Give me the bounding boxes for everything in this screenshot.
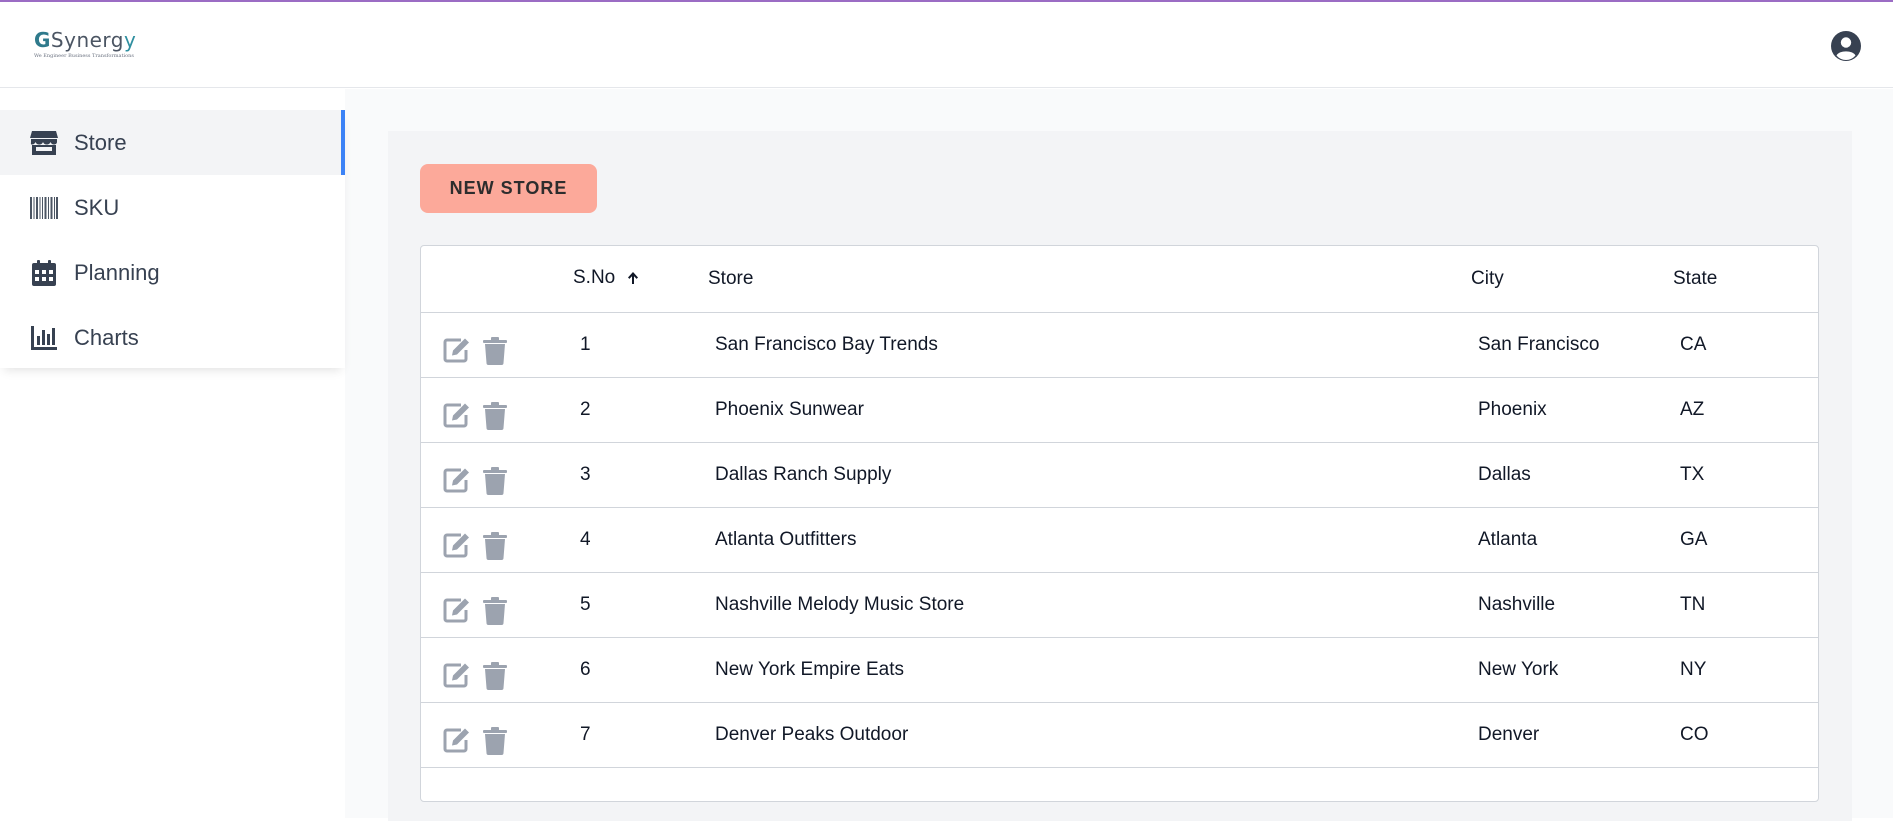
new-store-button[interactable]: NEW STORE [420, 164, 597, 213]
store-icon [30, 129, 58, 157]
table-header-row: S.No Store City State [421, 246, 1818, 312]
cell-state: TN [1680, 593, 1706, 615]
sidebar-item-store[interactable]: Store [0, 110, 345, 175]
cell-store: Phoenix Sunwear [715, 398, 864, 420]
table-row[interactable]: 4 Atlanta Outfitters Atlanta GA [421, 507, 1818, 572]
sidebar-item-label: Store [74, 129, 127, 155]
cell-state: GA [1680, 528, 1708, 550]
cell-store: Dallas Ranch Supply [715, 463, 892, 485]
cell-city: Denver [1478, 723, 1540, 745]
cell-store: San Francisco Bay Trends [715, 333, 938, 355]
user-account-icon[interactable] [1830, 30, 1862, 62]
edit-icon[interactable] [443, 727, 471, 755]
trash-icon[interactable] [483, 336, 511, 365]
cell-state: AZ [1680, 398, 1705, 420]
cell-state: NY [1680, 658, 1707, 680]
table-row[interactable]: 3 Dallas Ranch Supply Dallas TX [421, 442, 1818, 507]
sidebar-item-label: SKU [74, 194, 120, 220]
trash-icon[interactable] [483, 531, 511, 560]
sidebar-item-planning[interactable]: Planning [0, 240, 345, 305]
column-header-store[interactable]: Store [708, 246, 1471, 312]
cell-sno: 7 [580, 723, 591, 745]
cell-store: New York Empire Eats [715, 658, 905, 680]
cell-state: TX [1680, 463, 1705, 485]
edit-icon[interactable] [443, 597, 471, 625]
table-row[interactable]: 2 Phoenix Sunwear Phoenix AZ [421, 377, 1818, 442]
sidebar-item-sku[interactable]: SKU [0, 175, 345, 240]
sidebar-item-label: Charts [74, 324, 139, 350]
cell-city: San Francisco [1478, 333, 1600, 355]
trash-icon[interactable] [483, 466, 511, 495]
app-logo[interactable]: GSynergy We Engineer Business Transforma… [34, 28, 144, 64]
cell-store: Nashville Melody Music Store [715, 593, 965, 615]
cell-city: Atlanta [1478, 528, 1538, 550]
table-row[interactable]: 7 Denver Peaks Outdoor Denver CO [421, 702, 1818, 767]
app-header: GSynergy We Engineer Business Transforma… [0, 2, 1893, 88]
cell-sno: 6 [580, 658, 591, 680]
row-actions [421, 637, 573, 702]
table-row[interactable]: 6 New York Empire Eats New York NY [421, 637, 1818, 702]
cell-sno: 2 [580, 398, 591, 420]
sidebar-item-charts[interactable]: Charts [0, 305, 345, 370]
cell-sno: 3 [580, 463, 591, 485]
arrow-up-icon[interactable] [627, 269, 639, 291]
column-header-state[interactable]: State [1673, 246, 1818, 312]
table-row[interactable]: 5 Nashville Melody Music Store Nashville… [421, 572, 1818, 637]
barcode-icon [30, 194, 58, 222]
edit-icon[interactable] [443, 337, 471, 365]
column-header-city[interactable]: City [1471, 246, 1673, 312]
bar-chart-icon [30, 324, 58, 352]
cell-sno: 1 [580, 333, 591, 355]
sidebar-background [0, 368, 345, 818]
trash-icon[interactable] [483, 401, 511, 430]
edit-icon[interactable] [443, 532, 471, 560]
cell-city: New York [1478, 658, 1559, 680]
edit-icon[interactable] [443, 467, 471, 495]
row-actions [421, 507, 573, 572]
row-actions [421, 377, 573, 442]
sidebar: Store SKU Planning Charts [0, 110, 345, 368]
row-actions [421, 572, 573, 637]
calendar-icon [30, 259, 58, 287]
column-header-sno[interactable]: S.No [573, 246, 708, 312]
cell-state: CA [1680, 333, 1707, 355]
column-header-label: S.No [573, 266, 616, 288]
table-row[interactable]: 1 San Francisco Bay Trends San Francisco… [421, 312, 1818, 377]
row-actions [421, 442, 573, 507]
trash-icon[interactable] [483, 726, 511, 755]
edit-icon[interactable] [443, 662, 471, 690]
cell-sno: 5 [580, 593, 591, 615]
cell-sno: 4 [580, 528, 591, 550]
cell-state: CO [1680, 723, 1709, 745]
edit-icon[interactable] [443, 402, 471, 430]
cell-city: Dallas [1478, 463, 1531, 485]
logo-wordmark: GSynergy [34, 28, 137, 52]
trash-icon[interactable] [483, 596, 511, 625]
row-actions [421, 312, 573, 377]
logo-tagline: We Engineer Business Transformations [34, 53, 134, 59]
cell-city: Phoenix [1478, 398, 1547, 420]
stores-table: S.No Store City State 1 San Francisco Ba… [420, 245, 1819, 802]
sidebar-item-label: Planning [74, 259, 160, 285]
row-actions [421, 702, 573, 767]
cell-store: Denver Peaks Outdoor [715, 723, 909, 745]
column-header-actions [421, 246, 573, 312]
cell-store: Atlanta Outfitters [715, 528, 857, 550]
cell-city: Nashville [1478, 593, 1556, 615]
trash-icon[interactable] [483, 661, 511, 690]
